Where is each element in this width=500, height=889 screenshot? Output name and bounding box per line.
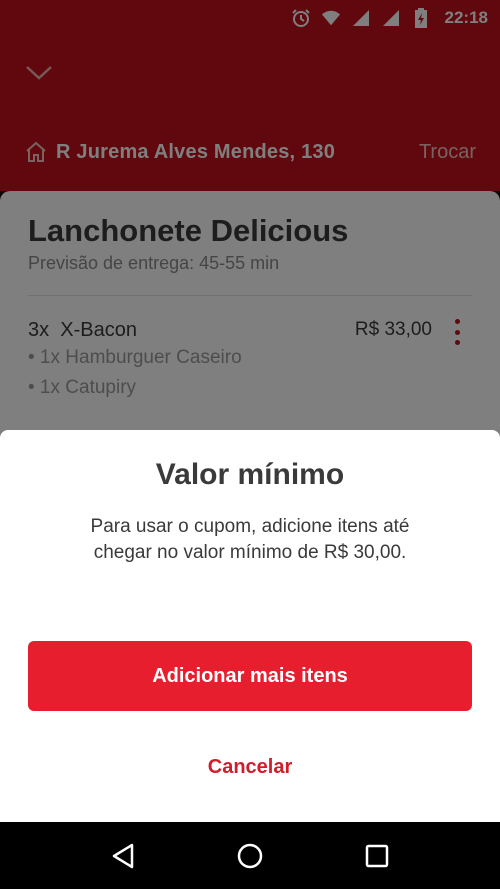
dialog-message: Para usar o cupom, adicione itens até ch… (90, 516, 410, 563)
recents-icon[interactable] (360, 839, 394, 873)
dialog-title: Valor mínimo (155, 458, 345, 491)
back-icon[interactable] (106, 839, 140, 873)
system-nav-bar (0, 822, 500, 889)
cancel-button[interactable]: Cancelar (0, 756, 500, 779)
add-more-items-button[interactable]: Adicionar mais itens (28, 641, 472, 711)
home-icon[interactable] (233, 839, 267, 873)
minimum-value-dialog: Valor mínimo Para usar o cupom, adicione… (0, 430, 500, 822)
